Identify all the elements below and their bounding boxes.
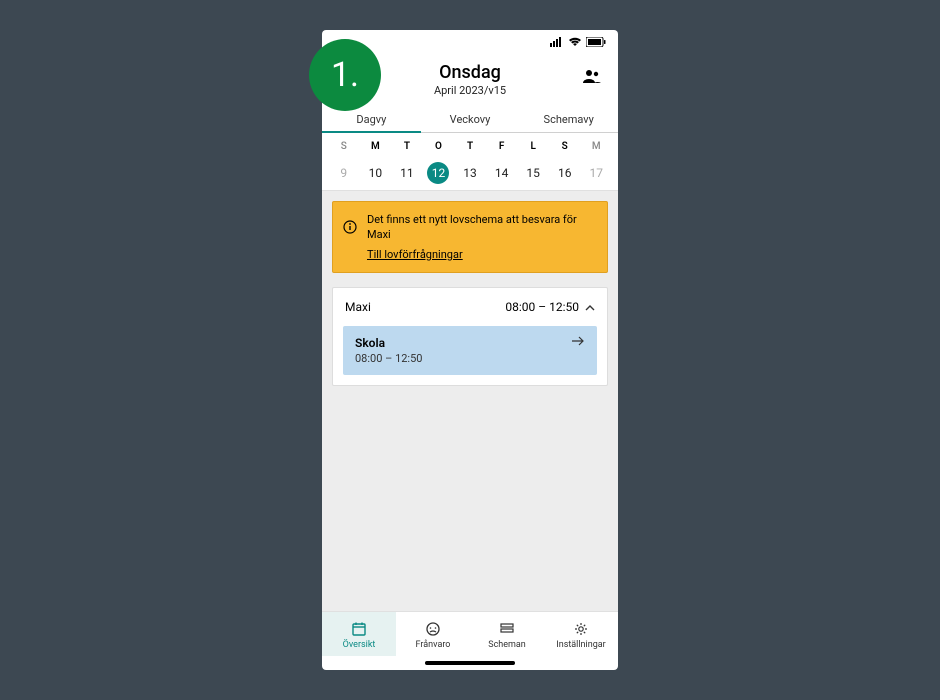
card-header[interactable]: Maxi 08:00 – 12:50 (333, 288, 607, 326)
day-letter: M (581, 141, 613, 152)
tab-label: Dagvy (356, 113, 386, 126)
day-letter: S (549, 141, 581, 152)
day-number: 12 (427, 162, 449, 184)
day-column[interactable]: S9 (328, 141, 360, 184)
tab-schemavy[interactable]: Schemavy (519, 105, 618, 132)
list-icon (470, 620, 544, 638)
nav-label: Frånvaro (416, 640, 451, 650)
info-icon (343, 220, 357, 238)
day-number: 15 (517, 162, 549, 184)
wifi-icon (568, 36, 582, 50)
day-number: 16 (549, 162, 581, 184)
day-letter: S (328, 141, 360, 152)
day-letter: T (391, 141, 423, 152)
day-number: 10 (360, 162, 392, 184)
bottom-nav: Översikt Frånvaro Scheman Inställningar (322, 611, 618, 656)
day-letter: O (423, 141, 455, 152)
day-letter: F (486, 141, 518, 152)
gear-icon (544, 620, 618, 638)
day-column[interactable]: M 17 (581, 141, 613, 184)
day-column[interactable]: M 10 (360, 141, 392, 184)
tab-label: Veckovy (450, 113, 491, 126)
nav-installningar[interactable]: Inställningar (544, 612, 618, 656)
alert-banner: Det finns ett nytt lovschema att besvara… (332, 201, 608, 273)
day-column[interactable]: F 14 (486, 141, 518, 184)
content-area: Det finns ett nytt lovschema att besvara… (322, 191, 618, 611)
event-time: 08:00 – 12:50 (355, 352, 422, 365)
day-column[interactable]: T 11 (391, 141, 423, 184)
calendar-icon (322, 620, 396, 638)
phone-frame: Onsdag April 2023/v15 Dagvy Veckovy Sche… (322, 30, 618, 670)
nav-scheman[interactable]: Scheman (470, 612, 544, 656)
day-column[interactable]: L 15 (517, 141, 549, 184)
day-letter: L (517, 141, 549, 152)
card-child-name: Maxi (345, 300, 371, 314)
day-number: 17 (581, 162, 613, 184)
event-title: Skola (355, 336, 422, 350)
day-column[interactable]: O 12 (423, 141, 455, 184)
event-item[interactable]: Skola 08:00 – 12:50 (343, 326, 597, 375)
nav-label: Scheman (488, 640, 526, 650)
alert-link[interactable]: Till lovförfrågningar (367, 247, 463, 262)
tab-label: Schemavy (544, 113, 594, 126)
card-time: 08:00 – 12:50 (505, 300, 579, 314)
face-icon (396, 620, 470, 638)
day-column[interactable]: S 16 (549, 141, 581, 184)
annotation-badge-text: 1. (331, 55, 359, 95)
people-icon[interactable] (582, 68, 602, 87)
day-column[interactable]: T 13 (454, 141, 486, 184)
schedule-card: Maxi 08:00 – 12:50 Skola 08:00 – 12:50 (332, 287, 608, 386)
day-number: 14 (486, 162, 518, 184)
alert-text: Det finns ett nytt lovschema att besvara… (367, 212, 597, 243)
day-letter: M (360, 141, 392, 152)
view-tabs: Dagvy Veckovy Schemavy (322, 105, 618, 133)
week-strip: S9M10T11O12T13F14L15S16M17 (322, 133, 618, 191)
status-icons (550, 36, 606, 50)
chevron-up-icon (585, 300, 595, 314)
day-number: 13 (454, 162, 486, 184)
annotation-badge: 1. (309, 39, 381, 111)
nav-oversikt[interactable]: Översikt (322, 612, 396, 656)
nav-label: Inställningar (556, 640, 605, 650)
day-number: 9 (328, 162, 360, 184)
nav-franvaro[interactable]: Frånvaro (396, 612, 470, 656)
cellular-icon (550, 36, 564, 50)
nav-label: Översikt (343, 640, 376, 650)
battery-icon (586, 36, 606, 50)
arrow-right-icon (571, 336, 585, 349)
day-number: 11 (391, 162, 423, 184)
day-letter: T (454, 141, 486, 152)
home-indicator (322, 656, 618, 670)
tab-veckovy[interactable]: Veckovy (421, 105, 520, 132)
home-bar[interactable] (425, 661, 515, 665)
